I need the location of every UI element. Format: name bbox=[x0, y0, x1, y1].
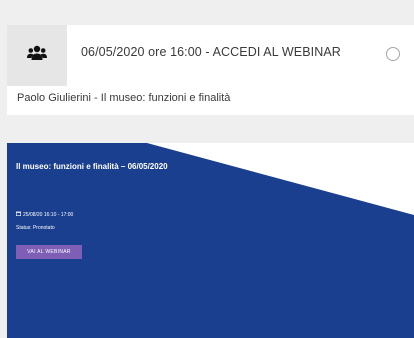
banner-background bbox=[147, 143, 414, 215]
completion-radio[interactable] bbox=[386, 47, 400, 61]
webinar-title-link[interactable]: 06/05/2020 ore 16:00 - ACCEDI AL WEBINAR bbox=[81, 45, 341, 59]
banner-title: Il museo: funzioni e finalità – 06/05/20… bbox=[16, 162, 168, 171]
calendar-icon bbox=[16, 211, 21, 218]
webinar-banner: Il museo: funzioni e finalità – 06/05/20… bbox=[7, 143, 414, 338]
banner-date-time: 25/08/20 16:10 - 17:00 bbox=[23, 211, 74, 218]
go-to-webinar-button[interactable]: VAI AL WEBINAR bbox=[16, 245, 82, 259]
webinar-card[interactable]: 06/05/2020 ore 16:00 - ACCEDI AL WEBINAR… bbox=[7, 25, 414, 115]
people-group-icon bbox=[27, 45, 47, 66]
banner-date-row: 25/08/20 16:10 - 17:00 bbox=[16, 211, 73, 218]
icon-box bbox=[7, 25, 67, 86]
speaker-line: Paolo Giulierini - Il museo: funzioni e … bbox=[17, 92, 231, 104]
banner-status: Status: Pronotato bbox=[16, 225, 55, 231]
